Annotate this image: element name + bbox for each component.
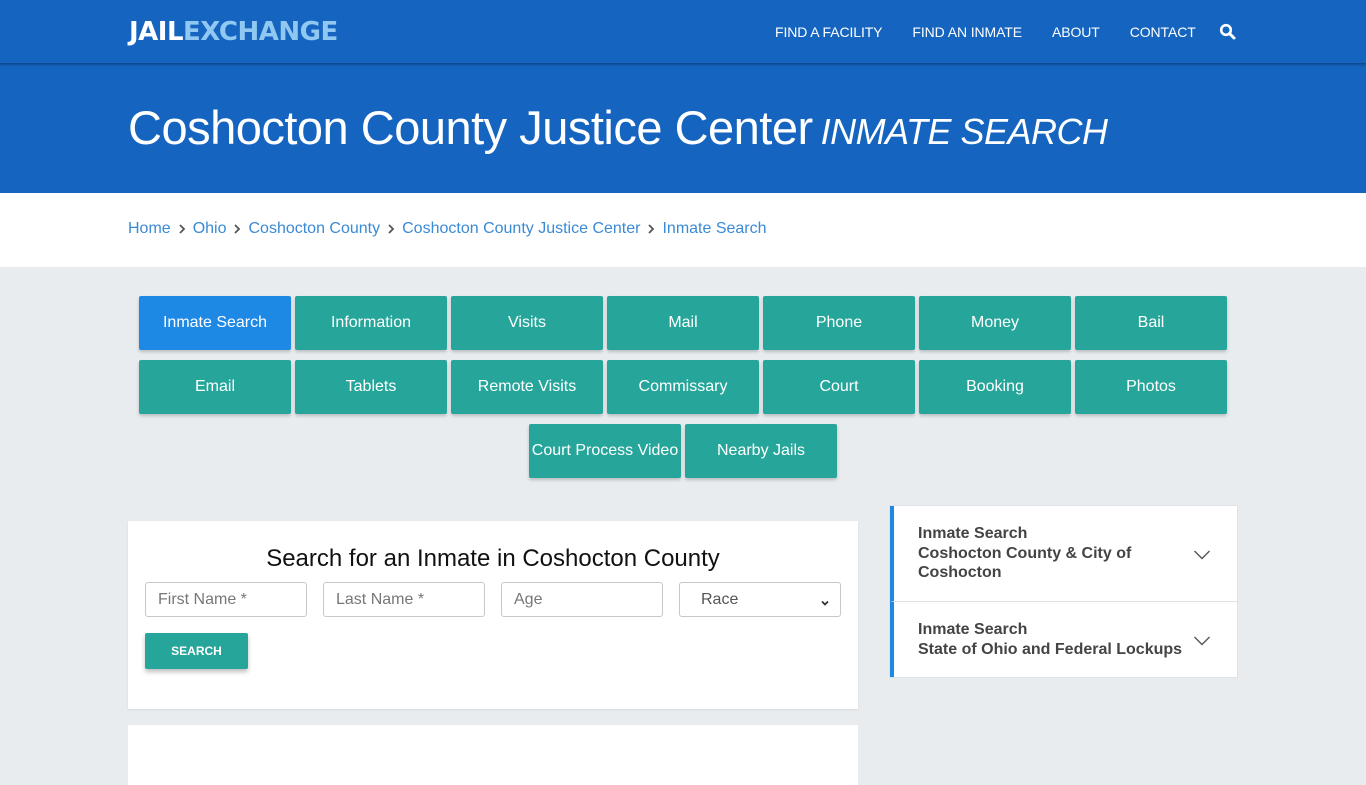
nav-about[interactable]: ABOUT bbox=[1037, 24, 1115, 40]
tab-money[interactable]: Money bbox=[919, 296, 1071, 350]
breadcrumb-home[interactable]: Home bbox=[128, 220, 171, 238]
tab-remote-visits[interactable]: Remote Visits bbox=[451, 360, 603, 414]
breadcrumb-inmate-search[interactable]: Inmate Search bbox=[662, 220, 766, 238]
breadcrumb-ohio[interactable]: Ohio bbox=[193, 220, 227, 238]
accordion-subtitle: State of Ohio and Federal Lockups bbox=[918, 640, 1183, 658]
search-icon[interactable] bbox=[1219, 23, 1237, 41]
logo-text-jail: JAIL bbox=[129, 17, 184, 47]
breadcrumb-bar: Home Ohio Coshocton County Coshocton Cou… bbox=[0, 193, 1366, 267]
age-input[interactable] bbox=[501, 582, 663, 617]
tab-court-process-video[interactable]: Court Process Video bbox=[529, 424, 681, 478]
sidebar-accordion: Inmate Search Coshocton County & City of… bbox=[889, 505, 1238, 678]
hero-banner: Coshocton County Justice Center INMATE SE… bbox=[0, 64, 1366, 193]
nav-find-an-inmate[interactable]: FIND AN INMATE bbox=[897, 24, 1037, 40]
chevron-down-icon bbox=[1193, 634, 1211, 646]
chevron-down-icon bbox=[1193, 548, 1211, 560]
accordion-subtitle: Coshocton County & City of Coshocton bbox=[918, 544, 1132, 582]
tab-booking[interactable]: Booking bbox=[919, 360, 1071, 414]
tab-email[interactable]: Email bbox=[139, 360, 291, 414]
tab-court[interactable]: Court bbox=[763, 360, 915, 414]
content-card bbox=[128, 725, 858, 785]
tab-mail[interactable]: Mail bbox=[607, 296, 759, 350]
tab-nearby-jails[interactable]: Nearby Jails bbox=[685, 424, 837, 478]
accordion-state-search[interactable]: Inmate Search State of Ohio and Federal … bbox=[890, 601, 1237, 677]
accordion-label: Inmate Search State of Ohio and Federal … bbox=[918, 620, 1218, 659]
accordion-title: Inmate Search bbox=[918, 525, 1028, 543]
jailexchange-logo[interactable]: JAILEXCHANGE bbox=[129, 17, 338, 47]
breadcrumb: Home Ohio Coshocton County Coshocton Cou… bbox=[128, 220, 767, 238]
accordion-title: Inmate Search bbox=[918, 621, 1028, 638]
page-title: Coshocton County Justice Center INMATE SE… bbox=[128, 100, 1108, 155]
last-name-input[interactable] bbox=[323, 582, 485, 617]
search-heading: Search for an Inmate in Coshocton County bbox=[266, 545, 720, 572]
tab-tablets[interactable]: Tablets bbox=[295, 360, 447, 414]
tab-phone[interactable]: Phone bbox=[763, 296, 915, 350]
chevron-right-icon bbox=[171, 223, 193, 235]
tab-information[interactable]: Information bbox=[295, 296, 447, 350]
chevron-right-icon bbox=[640, 223, 662, 235]
tab-visits[interactable]: Visits bbox=[451, 296, 603, 350]
main-nav: FIND A FACILITY FIND AN INMATE ABOUT CON… bbox=[760, 0, 1237, 64]
first-name-input[interactable] bbox=[145, 582, 307, 617]
facility-tabs: Inmate Search Information Visits Mail Ph… bbox=[137, 296, 1229, 478]
breadcrumb-county[interactable]: Coshocton County bbox=[248, 220, 380, 238]
race-select-value: Race bbox=[701, 590, 739, 608]
tab-photos[interactable]: Photos bbox=[1075, 360, 1227, 414]
chevron-right-icon bbox=[226, 223, 248, 235]
nav-find-a-facility[interactable]: FIND A FACILITY bbox=[760, 24, 897, 40]
facility-name: Coshocton County Justice Center bbox=[128, 101, 813, 154]
accordion-county-search[interactable]: Inmate Search Coshocton County & City of… bbox=[890, 506, 1237, 601]
search-button[interactable]: SEARCH bbox=[145, 633, 248, 669]
page-subtitle: INMATE SEARCH bbox=[820, 111, 1108, 152]
race-select[interactable]: Race bbox=[679, 582, 841, 617]
logo-text-exchange: EXCHANGE bbox=[183, 17, 338, 47]
accordion-label: Inmate Search Coshocton County & City of… bbox=[918, 524, 1158, 583]
tab-commissary[interactable]: Commissary bbox=[607, 360, 759, 414]
chevron-down-icon bbox=[820, 595, 830, 606]
chevron-right-icon bbox=[380, 223, 402, 235]
inmate-search-card: Search for an Inmate in Coshocton County… bbox=[128, 521, 858, 709]
tab-bail[interactable]: Bail bbox=[1075, 296, 1227, 350]
nav-contact[interactable]: CONTACT bbox=[1115, 24, 1211, 40]
top-navbar: JAILEXCHANGE FIND A FACILITY FIND AN INM… bbox=[0, 0, 1366, 64]
breadcrumb-facility[interactable]: Coshocton County Justice Center bbox=[402, 220, 640, 238]
tab-inmate-search[interactable]: Inmate Search bbox=[139, 296, 291, 350]
